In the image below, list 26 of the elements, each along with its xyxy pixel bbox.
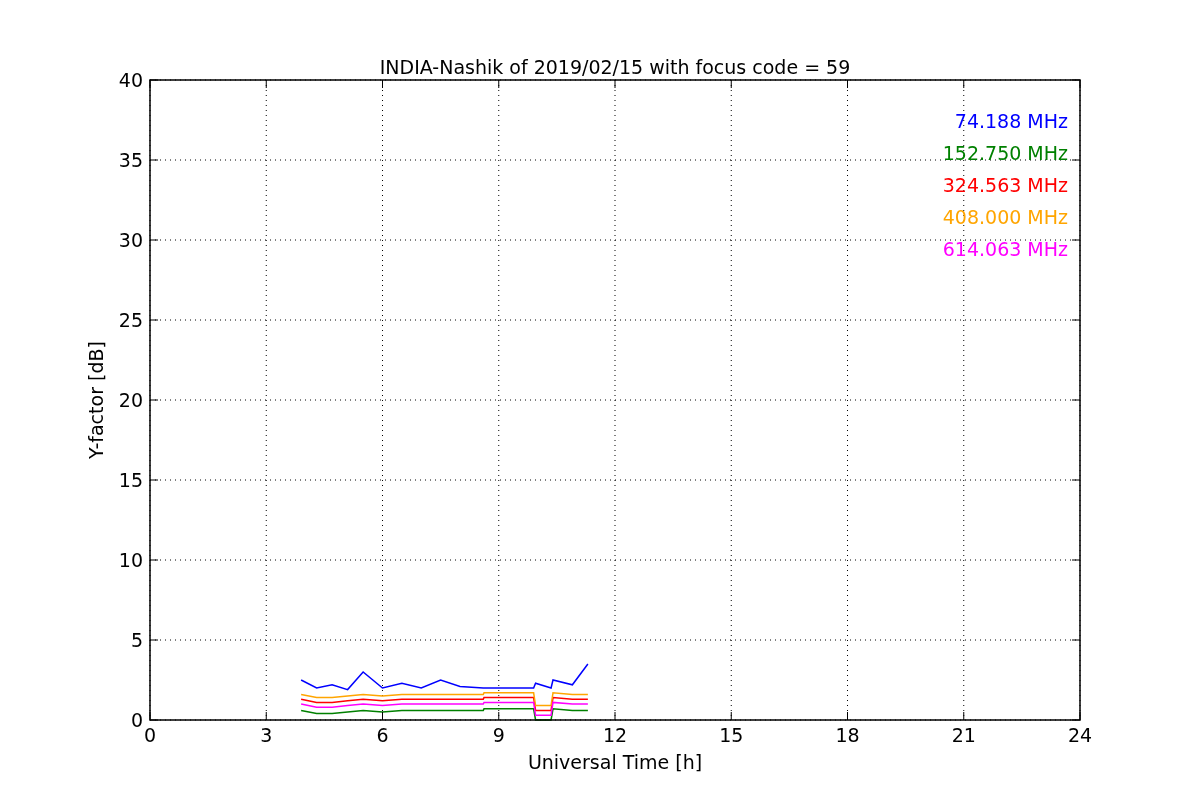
x-tick-label: 6 <box>376 724 389 746</box>
x-tick-label: 0 <box>143 724 157 746</box>
legend-label: 152.750 MHz <box>942 142 1068 164</box>
y-tick-label: 40 <box>118 69 143 91</box>
y-tick-label: 15 <box>118 469 143 491</box>
x-tick-label: 18 <box>835 724 860 746</box>
y-tick-label: 10 <box>118 549 143 571</box>
chart-title: INDIA-Nashik of 2019/02/15 with focus code = 59 <box>379 56 851 78</box>
legend-label: 324.563 MHz <box>942 174 1068 196</box>
x-tick-label: 15 <box>719 724 744 746</box>
x-tick-label: 3 <box>260 724 273 746</box>
x-tick-label: 21 <box>951 724 976 746</box>
legend-label: 614.063 MHz <box>942 238 1068 260</box>
y-tick-label: 5 <box>130 629 143 651</box>
x-tick-label: 12 <box>602 724 628 746</box>
legend-label: 408.000 MHz <box>942 206 1068 228</box>
y-tick-label: 35 <box>118 149 143 171</box>
y-tick-label: 25 <box>118 309 143 331</box>
x-tick-label: 24 <box>1067 724 1093 746</box>
y-tick-label: 30 <box>118 229 143 251</box>
x-axis-label: Universal Time [h] <box>527 751 703 773</box>
x-tick-label: 9 <box>492 724 505 746</box>
legend-label: 74.188 MHz <box>954 110 1068 132</box>
y-tick-label: 0 <box>130 709 143 731</box>
y-axis-label: Y-factor [dB] <box>85 341 107 459</box>
y-tick-label: 20 <box>118 389 143 411</box>
